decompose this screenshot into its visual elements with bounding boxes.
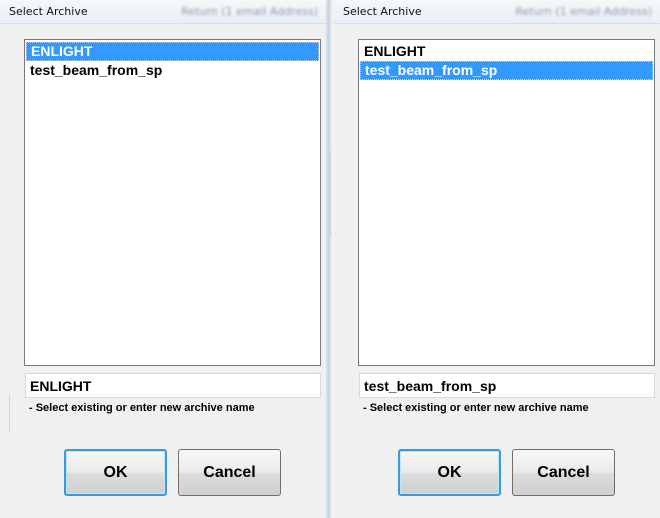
- select-archive-dialog-right: Select Archive Return (1 email Address) …: [334, 0, 660, 518]
- ok-button[interactable]: OK: [64, 449, 167, 496]
- archive-name-input[interactable]: [25, 373, 321, 398]
- title-strip: Select Archive Return (1 email Address): [0, 0, 326, 24]
- archive-list-item-test-beam-from-sp[interactable]: test_beam_from_sp: [26, 61, 319, 80]
- archive-name-input[interactable]: [359, 373, 655, 398]
- archive-listbox[interactable]: ENLIGHT test_beam_from_sp: [358, 39, 655, 366]
- dialog-divider: [326, 0, 334, 518]
- decorative-divider-mark: [9, 395, 10, 431]
- ok-button[interactable]: OK: [398, 449, 501, 496]
- archive-list-item-test-beam-from-sp[interactable]: test_beam_from_sp: [360, 61, 653, 80]
- blurred-title-text: Return (1 email Address): [181, 5, 318, 18]
- archive-list-item-enlight[interactable]: ENLIGHT: [360, 42, 653, 61]
- title-strip: Select Archive Return (1 email Address): [334, 0, 660, 24]
- window-title: Select Archive: [343, 5, 422, 18]
- archive-name-hint: - Select existing or enter new archive n…: [29, 402, 255, 414]
- window-title: Select Archive: [9, 5, 88, 18]
- blurred-title-text: Return (1 email Address): [515, 5, 652, 18]
- select-archive-dialog-left: Select Archive Return (1 email Address) …: [0, 0, 326, 518]
- archive-name-hint: - Select existing or enter new archive n…: [363, 402, 589, 414]
- archive-list-item-enlight[interactable]: ENLIGHT: [26, 42, 319, 61]
- cancel-button[interactable]: Cancel: [512, 449, 615, 496]
- cancel-button[interactable]: Cancel: [178, 449, 281, 496]
- archive-listbox[interactable]: ENLIGHT test_beam_from_sp: [24, 39, 321, 366]
- decorative-divider-mark: [330, 150, 331, 236]
- screenshot-stage: Select Archive Return (1 email Address) …: [0, 0, 660, 518]
